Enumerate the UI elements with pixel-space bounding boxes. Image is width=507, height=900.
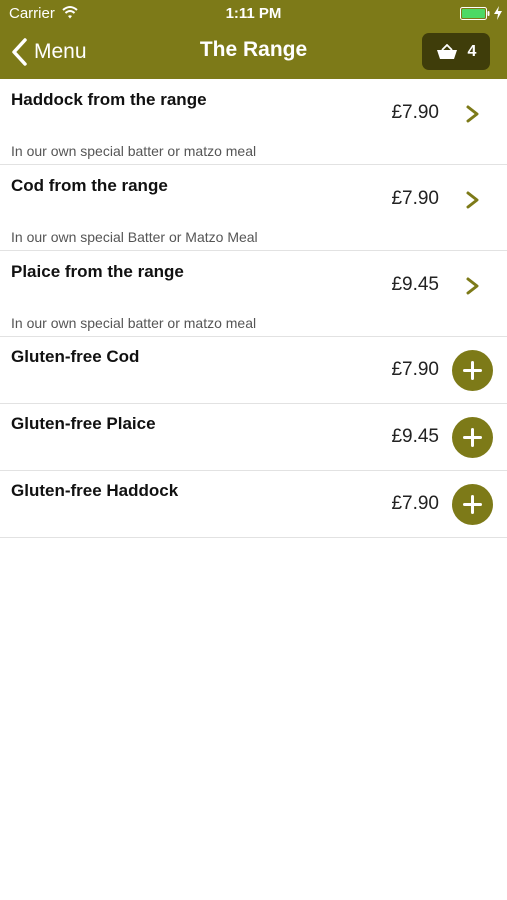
add-to-basket-button[interactable]	[452, 417, 493, 458]
item-description: In our own special batter or matzo meal	[11, 315, 257, 331]
menu-item-list: Haddock from the range £7.90 In our own …	[0, 79, 507, 538]
item-name: Gluten-free Haddock	[11, 481, 179, 500]
list-item[interactable]: Cod from the range £7.90 In our own spec…	[0, 165, 507, 251]
list-item: Gluten-free Haddock £7.90	[0, 471, 507, 538]
chevron-right-icon[interactable]	[463, 191, 481, 209]
item-description: In our own special batter or matzo meal	[11, 143, 257, 159]
plus-icon	[463, 361, 482, 380]
item-description: In our own special Batter or Matzo Meal	[11, 229, 258, 245]
app-header: Carrier 1:11 PM Menu The Range 4	[0, 0, 507, 79]
charging-bolt-icon	[494, 6, 502, 20]
navigation-bar: Menu The Range 4	[0, 26, 507, 79]
item-price: £7.90	[391, 188, 439, 209]
item-price: £7.90	[391, 493, 439, 514]
item-price: £7.90	[391, 359, 439, 380]
list-item: Gluten-free Plaice £9.45	[0, 404, 507, 471]
item-price: £7.90	[391, 102, 439, 123]
chevron-right-icon[interactable]	[463, 105, 481, 123]
plus-icon	[463, 428, 482, 447]
battery-icon	[460, 7, 490, 20]
status-bar: Carrier 1:11 PM	[0, 0, 507, 26]
item-price: £9.45	[391, 274, 439, 295]
item-name: Gluten-free Plaice	[11, 414, 156, 433]
add-to-basket-button[interactable]	[452, 350, 493, 391]
add-to-basket-button[interactable]	[452, 484, 493, 525]
chevron-right-icon[interactable]	[463, 277, 481, 295]
plus-icon	[463, 495, 482, 514]
basket-icon	[436, 43, 457, 59]
basket-count: 4	[467, 42, 477, 60]
status-time: 1:11 PM	[225, 5, 282, 22]
item-price: £9.45	[391, 426, 439, 447]
item-name: Gluten-free Cod	[11, 347, 140, 366]
list-item[interactable]: Haddock from the range £7.90 In our own …	[0, 79, 507, 165]
list-item[interactable]: Plaice from the range £9.45 In our own s…	[0, 251, 507, 337]
basket-button[interactable]: 4	[422, 33, 490, 70]
list-item: Gluten-free Cod £7.90	[0, 337, 507, 404]
item-name: Haddock from the range	[11, 90, 207, 109]
item-name: Plaice from the range	[11, 262, 184, 281]
item-name: Cod from the range	[11, 176, 168, 195]
